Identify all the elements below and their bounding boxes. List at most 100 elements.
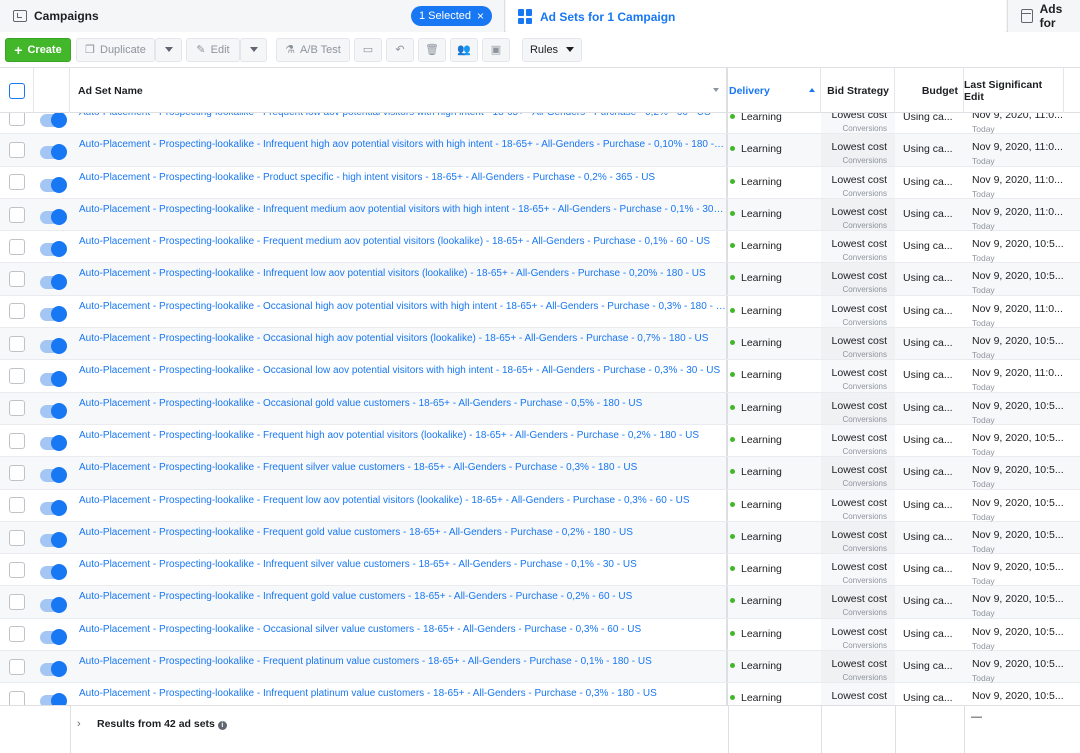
row-checkbox-cell[interactable]	[0, 522, 34, 553]
edit-button[interactable]: ✎ Edit	[186, 37, 240, 62]
row-checkbox-cell[interactable]	[0, 134, 34, 165]
expand-chevron-icon[interactable]: ›	[77, 718, 81, 730]
row-toggle-cell[interactable]	[34, 134, 70, 165]
row-toggle-cell[interactable]	[34, 683, 70, 705]
info-icon[interactable]: i	[217, 721, 227, 730]
edit-dropdown-button[interactable]	[240, 37, 267, 62]
ad-set-name-link[interactable]: Auto-Placement - Prospecting-lookalike -…	[70, 554, 728, 586]
on-off-toggle[interactable]	[39, 693, 67, 705]
selected-filter-pill[interactable]: 1 Selected ×	[411, 6, 492, 26]
on-off-toggle[interactable]	[39, 532, 67, 548]
table-row[interactable]: Auto-Placement - Prospecting-lookalike -…	[0, 424, 1080, 458]
ad-set-name-link[interactable]: Auto-Placement - Prospecting-lookalike -…	[70, 683, 728, 705]
row-toggle-cell[interactable]	[34, 651, 70, 682]
on-off-toggle[interactable]	[39, 144, 67, 161]
table-row[interactable]: Auto-Placement - Prospecting-lookalike -…	[0, 134, 1080, 167]
row-toggle-cell[interactable]	[34, 113, 70, 133]
row-toggle-cell[interactable]	[34, 393, 70, 424]
ad-set-name-link[interactable]: Auto-Placement - Prospecting-lookalike -…	[70, 586, 728, 618]
row-checkbox-cell[interactable]	[0, 619, 34, 650]
on-off-toggle[interactable]	[39, 435, 67, 452]
on-off-toggle[interactable]	[39, 499, 67, 516]
table-row[interactable]: Auto-Placement - Prospecting-lookalike -…	[0, 586, 1080, 619]
row-checkbox[interactable]	[9, 594, 25, 611]
ad-set-name-link[interactable]: Auto-Placement - Prospecting-lookalike -…	[70, 651, 728, 683]
on-off-toggle[interactable]	[39, 564, 67, 581]
table-row[interactable]: Auto-Placement - Prospecting-lookalike -…	[0, 489, 1080, 522]
row-checkbox[interactable]	[9, 271, 25, 288]
table-row[interactable]: Auto-Placement - Prospecting-lookalike -…	[0, 554, 1080, 587]
row-checkbox-cell[interactable]	[0, 651, 34, 682]
duplicate-button[interactable]: ❐ Duplicate	[76, 37, 155, 62]
row-checkbox[interactable]	[9, 303, 25, 320]
clear-selection-icon[interactable]: ×	[477, 9, 484, 23]
table-row[interactable]: Auto-Placement - Prospecting-lookalike -…	[0, 683, 1080, 705]
row-toggle-cell[interactable]	[34, 199, 70, 230]
ad-set-name-link[interactable]: Auto-Placement - Prospecting-lookalike -…	[70, 134, 728, 166]
row-checkbox[interactable]	[9, 464, 25, 481]
table-row[interactable]: Auto-Placement - Prospecting-lookalike -…	[0, 651, 1080, 684]
row-toggle-cell[interactable]	[34, 554, 70, 585]
table-row[interactable]: Auto-Placement - Prospecting-lookalike -…	[0, 198, 1080, 232]
row-checkbox[interactable]	[9, 497, 25, 514]
preview-button[interactable]: ▣	[482, 37, 510, 62]
row-checkbox-cell[interactable]	[0, 490, 34, 521]
delete-button[interactable]: 🗑	[418, 37, 446, 62]
row-checkbox[interactable]	[9, 141, 25, 158]
on-off-toggle[interactable]	[39, 402, 67, 419]
table-row[interactable]: Auto-Placement - Prospecting-lookalike -…	[0, 328, 1080, 361]
row-checkbox-cell[interactable]	[0, 167, 34, 198]
table-row[interactable]: Auto-Placement - Prospecting-lookalike -…	[0, 618, 1080, 652]
ad-set-name-link[interactable]: Auto-Placement - Prospecting-lookalike -…	[70, 263, 728, 295]
on-off-toggle[interactable]	[39, 661, 67, 678]
table-row[interactable]: Auto-Placement - Prospecting-lookalike -…	[0, 392, 1080, 425]
on-off-toggle[interactable]	[39, 241, 67, 258]
row-toggle-cell[interactable]	[34, 619, 70, 650]
ad-set-name-link[interactable]: Auto-Placement - Prospecting-lookalike -…	[70, 328, 728, 360]
row-checkbox-cell[interactable]	[0, 683, 34, 705]
table-row[interactable]: Auto-Placement - Prospecting-lookalike -…	[0, 113, 1080, 135]
row-toggle-cell[interactable]	[34, 586, 70, 617]
column-header-budget[interactable]: Budget	[895, 68, 964, 113]
table-row[interactable]: Auto-Placement - Prospecting-lookalike -…	[0, 360, 1080, 393]
select-all-checkbox[interactable]	[8, 82, 25, 99]
row-checkbox[interactable]	[9, 658, 25, 675]
on-off-toggle[interactable]	[39, 467, 67, 484]
column-header-name[interactable]: Ad Set Name	[70, 68, 728, 113]
row-checkbox-cell[interactable]	[0, 457, 34, 488]
tab-ads[interactable]: Ads for	[1007, 0, 1080, 32]
table-row[interactable]: Auto-Placement - Prospecting-lookalike -…	[0, 295, 1080, 329]
column-header-delivery[interactable]: Delivery	[728, 68, 821, 113]
row-checkbox-cell[interactable]	[0, 360, 34, 391]
row-checkbox[interactable]	[9, 529, 25, 546]
rules-button[interactable]: Rules	[522, 37, 582, 62]
ad-set-name-link[interactable]: Auto-Placement - Prospecting-lookalike -…	[70, 457, 728, 489]
ad-set-name-link[interactable]: Auto-Placement - Prospecting-lookalike -…	[70, 618, 728, 651]
ad-set-name-link[interactable]: Auto-Placement - Prospecting-lookalike -…	[70, 295, 728, 328]
ad-set-name-link[interactable]: Auto-Placement - Prospecting-lookalike -…	[70, 113, 728, 134]
row-checkbox-cell[interactable]	[0, 263, 34, 294]
row-checkbox[interactable]	[9, 368, 25, 385]
row-toggle-cell[interactable]	[34, 167, 70, 198]
row-checkbox[interactable]	[9, 690, 25, 705]
ad-set-name-link[interactable]: Auto-Placement - Prospecting-lookalike -…	[70, 392, 728, 424]
audience-button[interactable]: 👥	[450, 37, 478, 62]
table-row[interactable]: Auto-Placement - Prospecting-lookalike -…	[0, 263, 1080, 296]
table-row[interactable]: Auto-Placement - Prospecting-lookalike -…	[0, 457, 1080, 490]
undo-button[interactable]: ↶	[386, 37, 414, 62]
row-checkbox-cell[interactable]	[0, 586, 34, 617]
ad-set-name-link[interactable]: Auto-Placement - Prospecting-lookalike -…	[70, 166, 728, 198]
row-toggle-cell[interactable]	[34, 522, 70, 553]
ad-set-name-link[interactable]: Auto-Placement - Prospecting-lookalike -…	[70, 424, 728, 457]
on-off-toggle[interactable]	[39, 628, 67, 645]
row-toggle-cell[interactable]	[34, 231, 70, 262]
select-all-checkbox-cell[interactable]	[0, 68, 34, 113]
row-checkbox[interactable]	[9, 626, 25, 643]
on-off-toggle[interactable]	[39, 113, 67, 129]
row-checkbox-cell[interactable]	[0, 328, 34, 359]
ad-set-name-link[interactable]: Auto-Placement - Prospecting-lookalike -…	[70, 521, 728, 554]
table-row[interactable]: Auto-Placement - Prospecting-lookalike -…	[0, 521, 1080, 555]
ad-set-name-link[interactable]: Auto-Placement - Prospecting-lookalike -…	[70, 231, 728, 263]
on-off-toggle[interactable]	[39, 370, 67, 387]
on-off-toggle[interactable]	[39, 596, 67, 613]
